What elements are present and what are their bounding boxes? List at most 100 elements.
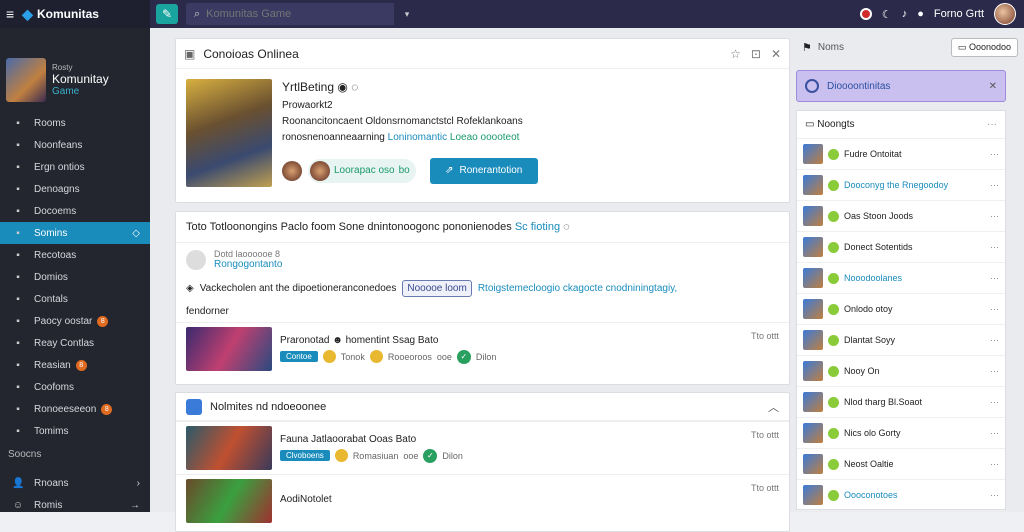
sidebar-item-2[interactable]: ▪ Ergn ontios [0,156,150,178]
avatar[interactable] [994,3,1016,25]
more-icon[interactable]: ··· [990,335,999,345]
player-name-text: YrtlBeting [282,80,335,94]
avatar [803,423,823,443]
player-row[interactable]: Donect Sotentids ··· [797,232,1005,263]
community-name: Komunitay [52,72,109,86]
avatar: ◈ [186,283,194,294]
chevron-down-icon[interactable]: ▾ [394,3,420,25]
player-row[interactable]: Nlod tharg Bl.Soaot ··· [797,387,1005,418]
list-icon: ▪ [16,249,20,261]
more-icon[interactable]: ··· [990,459,999,469]
media-thumbnail [186,426,272,470]
search-input[interactable] [206,8,387,20]
more-icon[interactable]: ··· [990,180,999,190]
title-link[interactable]: Sc fioting [515,221,560,233]
info-icon: ◌ [351,80,359,94]
more-icon[interactable]: ··· [990,366,999,376]
emoji-icon [369,350,383,363]
more-icon[interactable]: ··· [990,428,999,438]
player-row[interactable]: Neost Oaltie ··· [797,449,1005,480]
close-icon[interactable]: ✕ [771,47,781,61]
more-icon[interactable]: ··· [990,211,999,221]
more-icon[interactable]: ··· [990,242,999,252]
player-row[interactable]: Fudre Ontoitat ··· [797,139,1005,170]
player-row[interactable]: Dooconyg the Rnegoodoy ··· [797,170,1005,201]
sidebar-item-5[interactable]: ▪ Somins ◇ [0,222,150,244]
player-row[interactable]: Dlantat Soyy ··· [797,325,1005,356]
community-banner[interactable]: Dioooontinitas ✕ [796,70,1006,102]
avatar [803,330,823,350]
grid-icon: ▪ [16,183,20,195]
menu-icon[interactable]: ≡ [6,6,14,22]
media-item[interactable]: Praronotad ☻ homentint Ssag Bato Contoe … [176,322,789,375]
sidebar-item-label: Tomims [34,425,69,437]
media-item[interactable]: Fauna Jatlaoorabat Ooas Bato Clvoboens R… [176,421,789,474]
community-thumbnail [6,58,46,102]
sidebar-item-7[interactable]: ▪ Domios [0,266,150,288]
player-row[interactable]: Nooodoolanes ··· [797,263,1005,294]
star-icon[interactable]: ☆ [730,47,741,61]
close-icon[interactable]: ✕ [989,81,997,92]
sidebar-item-rnoans[interactable]: 👤 Rnoans › [0,472,150,494]
discussion-title: Toto Totloonongins Paclo foom Sone dnint… [176,212,789,243]
sidebar-item-4[interactable]: ▪ Docoems [0,200,150,222]
more-icon[interactable]: ··· [990,397,999,407]
sidebar-item-6[interactable]: ▪ Recotoas [0,244,150,266]
sidebar-item-3[interactable]: ▪ Denoagns [0,178,150,200]
moon-icon[interactable]: ☾ [882,8,892,21]
compose-button[interactable]: ✎ [156,4,178,24]
chevron-up-icon[interactable]: ︿ [768,399,779,415]
sidebar-item-14[interactable]: ▪ Tomims [0,420,150,442]
more-icon[interactable]: ··· [990,304,999,314]
main-feed: ▣ Conoioas Onlinea ☆ ⊡ ✕ YrtlBeting ◉ ◌ … [150,28,796,532]
player-row[interactable]: Oas Stoon Joods ··· [797,201,1005,232]
media-item[interactable]: AodiNotolet Tto ottt [176,474,789,527]
user-name[interactable]: Forno Grtt [934,8,984,20]
sidebar-item-8[interactable]: ▪ Contals [0,288,150,310]
link-icon: ⇗ [445,165,454,176]
sidebar-item-0[interactable]: ▪ Rooms [0,112,150,134]
bell-icon[interactable]: ♪ [902,8,908,20]
more-icon[interactable]: ··· [990,490,999,500]
community-header[interactable]: Rosty Komunitay Game [0,28,150,104]
answer-link[interactable]: Rongogontanto [214,259,282,270]
more-icon[interactable]: ··· [987,119,997,130]
friends-pill[interactable]: Loorapac oso bo [308,159,416,183]
expand-icon[interactable]: ⊡ [751,47,761,61]
sources-heading: Soocns [8,449,42,460]
avatar [803,299,823,319]
sidebar-item-11[interactable]: ▪ Reasian 8 [0,354,150,376]
more-icon[interactable]: ··· [990,273,999,283]
sidebar-item-12[interactable]: ▪ Coofoms [0,376,150,398]
record-icon[interactable] [859,8,872,20]
sidebar-item-10[interactable]: ▪ Reay Contlas [0,332,150,354]
player-row[interactable]: Nooy On ··· [797,356,1005,387]
player-row[interactable]: Nics olo Gorty ··· [797,418,1005,449]
thread-link[interactable]: Rtoigstemecloogio ckagocte cnodniningtag… [478,282,677,295]
media-thumbnail [186,479,272,523]
manage-button[interactable]: ▭ Ooonodoo [950,37,1018,57]
media-title: Praronotad ☻ homentint Ssag Bato [280,335,496,346]
sidebar-item-13[interactable]: ▪ Ronoeeseeon 8 [0,398,150,420]
player-name: Dlantat Soyy [844,335,896,345]
search-bar[interactable]: ⌕ ▾ [186,3,420,25]
contacts-icon: ▪ [16,293,20,305]
join-button[interactable]: ⇗ Ronerantotion [429,158,538,184]
desc2-link[interactable]: Loninomantic [388,132,447,143]
status-icon [828,458,839,470]
player-level: Prowaorkt2 [282,100,333,111]
more-icon[interactable]: ··· [990,149,999,159]
player-row[interactable]: Onlodo otoy ··· [797,294,1005,325]
player-name: Fudre Ontoitat [844,149,902,159]
folder-icon: ▪ [16,205,20,217]
media-label[interactable]: Clvoboens [280,450,330,461]
people-icon: ▪ [16,271,20,283]
sidebar-item-romis[interactable]: ☺ Romis → [0,494,150,516]
thread-tag[interactable]: Nooooe loom [402,280,472,297]
sources-nav: 👤 Rnoans › ☺ Romis → [0,472,150,516]
player-row[interactable]: Oooconotoes ··· [797,480,1005,511]
sidebar-item-9[interactable]: ▪ Paocy oostar 8 [0,310,150,332]
sidebar-item-1[interactable]: ▪ Noonfeans [0,134,150,156]
coin-icon[interactable]: ● [917,8,924,20]
media-label[interactable]: Contoe [280,351,318,362]
